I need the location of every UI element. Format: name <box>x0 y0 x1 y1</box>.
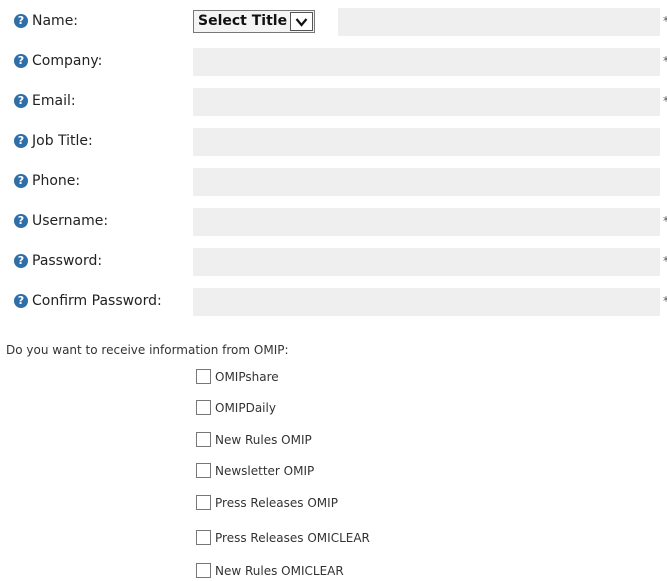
confirm-password-label: Confirm Password: <box>32 293 162 309</box>
company-input[interactable] <box>193 48 660 76</box>
email-row: ? Email: * <box>0 88 667 116</box>
phone-row: ? Phone: <box>0 168 667 196</box>
username-input[interactable] <box>193 208 660 236</box>
name-row: ? Name: Select Title * <box>0 8 667 36</box>
job-title-row: ? Job Title: <box>0 128 667 156</box>
checkbox-box[interactable] <box>196 463 211 478</box>
phone-input[interactable] <box>193 168 660 196</box>
password-label: Password: <box>32 253 103 269</box>
email-label: Email: <box>32 93 76 109</box>
title-select-value: Select Title <box>198 13 288 29</box>
job-title-input[interactable] <box>193 128 660 156</box>
help-icon[interactable]: ? <box>14 94 28 108</box>
job-title-label: Job Title: <box>32 133 93 149</box>
checkbox-box[interactable] <box>196 432 211 447</box>
confirm-password-row: ? Confirm Password: * <box>0 288 667 316</box>
required-marker: * <box>663 14 667 28</box>
required-marker: * <box>663 214 667 228</box>
username-row: ? Username: * <box>0 208 667 236</box>
company-label: Company: <box>32 53 103 69</box>
phone-label: Phone: <box>32 173 81 189</box>
company-row: ? Company: * <box>0 48 667 76</box>
chevron-down-icon[interactable] <box>290 12 313 31</box>
checkbox-label: OMIPDaily <box>215 401 276 415</box>
checkbox-box[interactable] <box>196 530 211 545</box>
help-icon[interactable]: ? <box>14 54 28 68</box>
help-icon[interactable]: ? <box>14 214 28 228</box>
help-icon[interactable]: ? <box>14 134 28 148</box>
checkbox-label: Press Releases OMICLEAR <box>215 531 370 545</box>
checkbox-label: New Rules OMICLEAR <box>215 564 344 578</box>
help-icon[interactable]: ? <box>14 294 28 308</box>
help-icon[interactable]: ? <box>14 174 28 188</box>
title-select[interactable]: Select Title <box>193 10 315 33</box>
name-input[interactable] <box>338 8 660 36</box>
username-label: Username: <box>32 213 109 229</box>
checkbox-box[interactable] <box>196 495 211 510</box>
subscription-question: Do you want to receive information from … <box>6 343 289 357</box>
checkbox-box[interactable] <box>196 369 211 384</box>
checkbox-label: OMIPshare <box>215 370 279 384</box>
password-input[interactable] <box>193 248 660 276</box>
checkbox-box[interactable] <box>196 400 211 415</box>
required-marker: * <box>663 254 667 268</box>
checkbox-box[interactable] <box>196 563 211 578</box>
confirm-password-input[interactable] <box>193 288 660 316</box>
password-row: ? Password: * <box>0 248 667 276</box>
name-label: Name: <box>32 13 79 29</box>
checkbox-label: Newsletter OMIP <box>215 464 315 478</box>
required-marker: * <box>663 54 667 68</box>
email-input[interactable] <box>193 88 660 116</box>
required-marker: * <box>663 94 667 108</box>
required-marker: * <box>663 294 667 308</box>
checkbox-label: New Rules OMIP <box>215 433 312 447</box>
help-icon[interactable]: ? <box>14 254 28 268</box>
checkbox-label: Press Releases OMIP <box>215 496 338 510</box>
help-icon[interactable]: ? <box>14 14 28 28</box>
